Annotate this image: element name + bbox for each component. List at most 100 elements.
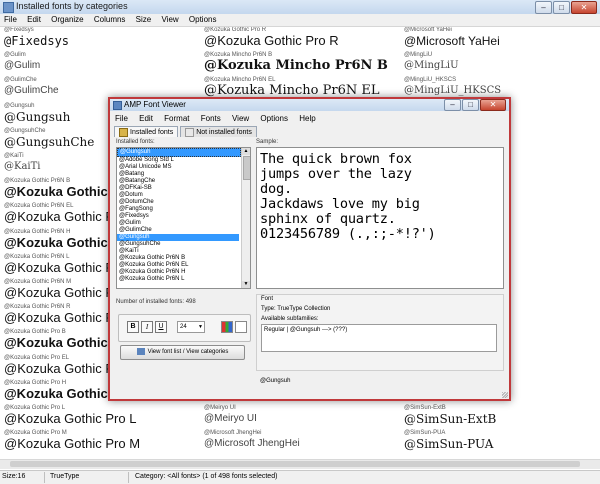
dialog-close-button[interactable]: ✕: [480, 99, 506, 111]
view-toggle-button[interactable]: View font list / View categories: [120, 345, 245, 360]
sample-label: Sample:: [256, 139, 279, 145]
color-palette-icon[interactable]: [221, 321, 233, 333]
view-button-label: View font list / View categories: [147, 349, 229, 355]
scrollbar-thumb[interactable]: [10, 461, 580, 467]
tab-not-installed-label: Not installed fonts: [196, 128, 252, 136]
list-scrollbar[interactable]: ▲ ▼: [241, 148, 250, 288]
font-cell-label: @Microsoft JhengHei: [204, 430, 262, 437]
main-window-title: Installed fonts by categories: [16, 1, 128, 11]
subfamilies-list[interactable]: Regular | @Gungsuh ---> (???): [261, 324, 497, 352]
list-scroll-thumb[interactable]: [243, 156, 250, 180]
status-bar: Size:16 TrueType Category: <All fonts> (…: [0, 470, 600, 484]
font-cell-sample: @Gulim: [4, 60, 41, 72]
dialog-title: AMP Font Viewer: [124, 100, 186, 109]
app-icon: [3, 2, 14, 13]
installed-fonts-label: Installed fonts:: [116, 139, 155, 145]
font-list-item[interactable]: @GulimChe: [117, 227, 239, 234]
font-list-item[interactable]: @Kozuka Gothic Pr6N B: [117, 255, 239, 262]
close-button[interactable]: ✕: [571, 1, 597, 14]
dialog-status-font: @Gungsuh: [260, 378, 291, 384]
resize-grip-icon[interactable]: [502, 392, 508, 398]
font-group-title: Font: [261, 296, 274, 302]
dialog-menu-help[interactable]: Help: [294, 113, 319, 123]
main-title-bar: Installed fonts by categories – □ ✕: [0, 0, 600, 15]
scroll-down-icon[interactable]: ▼: [242, 281, 250, 288]
minimize-button[interactable]: –: [535, 1, 552, 14]
dialog-menu-view[interactable]: View: [227, 113, 253, 123]
font-cell-label: @SimSun-ExtB: [404, 405, 446, 411]
font-cell-sample: @Kozuka Gothic Pro M: [4, 436, 141, 452]
font-cell-sample: @Microsoft JhengHei: [204, 438, 300, 450]
chevron-down-icon: ▼: [198, 324, 203, 330]
font-cell-label: @MingLiU: [404, 52, 433, 59]
menu-columns[interactable]: Columns: [90, 14, 130, 24]
font-cell-label: @Meiryo UI: [204, 405, 236, 411]
dialog-menu-format[interactable]: Format: [159, 113, 193, 123]
font-list-item[interactable]: @Gulim: [117, 220, 239, 227]
dialog-menu-bar: File Edit Format Fonts View Options Help: [110, 113, 509, 124]
subfamily-item: Regular | @Gungsuh ---> (???): [264, 327, 348, 333]
font-list-item[interactable]: @Adobe Song Std L: [117, 157, 239, 164]
background-color-icon[interactable]: [235, 321, 247, 333]
sample-preview[interactable]: The quick brown fox jumps over the lazy …: [256, 147, 504, 289]
dialog-menu-fonts[interactable]: Fonts: [196, 113, 225, 123]
font-list-item[interactable]: @KaiTi: [117, 248, 239, 255]
menu-file[interactable]: File: [0, 14, 21, 24]
font-list-item[interactable]: @Batang: [117, 171, 239, 178]
font-list-item[interactable]: @FangSong: [117, 206, 239, 213]
font-cell-sample: @MingLiU: [404, 60, 459, 72]
status-type: TrueType: [50, 473, 80, 480]
status-separator: [128, 472, 129, 483]
font-list-item[interactable]: @Arial Unicode MS: [117, 164, 239, 171]
font-cell-sample: @Fixedsys: [4, 34, 70, 48]
installed-count: Number of installed fonts: 498: [116, 299, 196, 305]
sample-text: The quick brown fox jumps over the lazy …: [260, 151, 436, 242]
font-list-item[interactable]: @DFKai-SB: [117, 185, 239, 192]
underline-button[interactable]: U: [155, 321, 167, 333]
main-menu-bar: File Edit Organize Columns Size View Opt…: [0, 14, 600, 27]
font-list-item[interactable]: @Gungsuh: [117, 234, 239, 241]
menu-options[interactable]: Options: [185, 14, 221, 24]
font-cell-sample: @Kozuka Mincho Pr6N B: [204, 58, 388, 74]
menu-view[interactable]: View: [157, 14, 182, 24]
list-view-icon: [136, 347, 145, 355]
font-cell-label: @Gulim: [4, 52, 26, 59]
maximize-button[interactable]: □: [553, 1, 570, 14]
font-listbox[interactable]: @Gungsuh @Adobe Song Std L @Arial Unicode …: [116, 147, 251, 289]
subfamilies-label: Available subfamilies:: [261, 316, 319, 322]
dialog-menu-edit[interactable]: Edit: [134, 113, 157, 123]
font-cell-label: @Microsoft YaHei: [404, 27, 452, 33]
font-list-item[interactable]: @Dotum: [117, 192, 239, 199]
menu-organize[interactable]: Organize: [47, 14, 87, 24]
font-list-item[interactable]: @Kozuka Gothic Pr6N H: [117, 269, 239, 276]
tab-installed-fonts[interactable]: Installed fonts: [114, 126, 179, 137]
dialog-menu-options[interactable]: Options: [255, 113, 292, 123]
font-list-item[interactable]: @DotumChe: [117, 199, 239, 206]
font-viewer-dialog: AMP Font Viewer – □ ✕ File Edit Format F…: [108, 97, 511, 401]
font-type: Type: TrueType Collection: [261, 306, 331, 312]
font-list-item[interactable]: @Gungsuh: [117, 148, 241, 157]
font-cell-sample: @SimSun-PUA: [404, 437, 494, 452]
scroll-up-icon[interactable]: ▲: [242, 148, 250, 155]
font-cell-label: @Fixedsys: [4, 27, 34, 33]
font-list-item[interactable]: @BatangChe: [117, 178, 239, 185]
menu-size[interactable]: Size: [132, 14, 156, 24]
font-list-item[interactable]: @GungsuhChe: [117, 241, 239, 248]
font-list-item[interactable]: @Kozuka Gothic Pr6N L: [117, 276, 239, 283]
font-size-select[interactable]: 24 ▼: [177, 321, 205, 333]
status-category: Category: <All fonts> (1 of 498 fonts se…: [135, 473, 278, 480]
horizontal-scrollbar[interactable]: [0, 459, 600, 469]
font-cell-sample: @Kozuka Gothic Pro R: [204, 33, 339, 48]
dialog-menu-file[interactable]: File: [110, 113, 132, 123]
tab-not-installed-fonts[interactable]: Not installed fonts: [180, 126, 257, 137]
bold-button[interactable]: B: [127, 321, 139, 333]
menu-edit[interactable]: Edit: [23, 14, 45, 24]
font-list-item[interactable]: @Kozuka Gothic Pr6N EL: [117, 262, 239, 269]
font-list-item[interactable]: @Fixedsys: [117, 213, 239, 220]
italic-button[interactable]: I: [141, 321, 153, 333]
dialog-maximize-button[interactable]: □: [462, 99, 479, 111]
status-size: Size:16: [2, 473, 26, 480]
dialog-app-icon: [113, 101, 122, 110]
dialog-minimize-button[interactable]: –: [444, 99, 461, 111]
dialog-title-bar: AMP Font Viewer – □ ✕: [110, 99, 509, 111]
